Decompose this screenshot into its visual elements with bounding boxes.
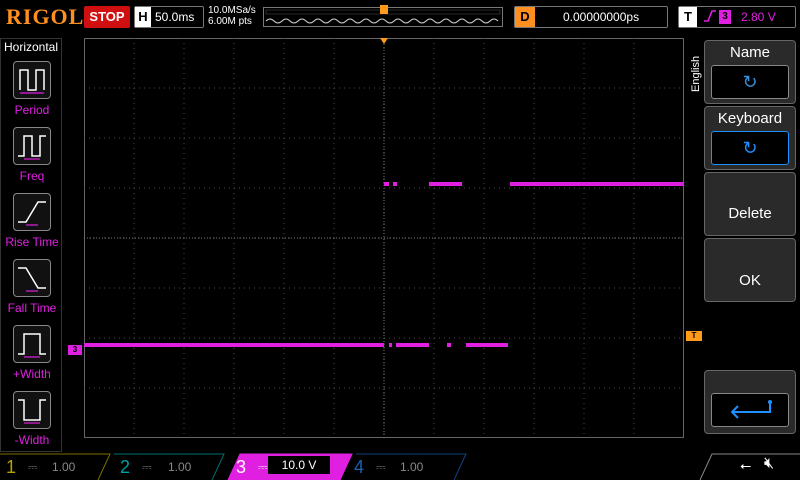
dc-coupling-icon: ⎓ bbox=[376, 460, 386, 474]
trigger-source-badge: 3 bbox=[719, 10, 731, 24]
measure-fall-time[interactable]: Fall Time bbox=[1, 259, 63, 325]
rise-time-icon bbox=[13, 193, 51, 231]
measure-negative-width[interactable]: -Width bbox=[1, 391, 63, 457]
ok-softkey-label: OK bbox=[739, 272, 761, 289]
enter-icon bbox=[712, 394, 788, 426]
rising-edge-icon bbox=[703, 8, 717, 27]
undo-icon: ↻ bbox=[742, 72, 758, 92]
language-label: English bbox=[690, 55, 702, 92]
timebase-box[interactable]: H 50.0ms bbox=[134, 6, 204, 28]
speaker-muted-icon[interactable]: 🔇︎ bbox=[764, 455, 774, 473]
freq-label: Freq bbox=[19, 169, 45, 183]
channel-3-number: 3 bbox=[236, 457, 247, 477]
channel-4-scale: 1.00 V bbox=[400, 460, 424, 474]
channel-2-number: 2 bbox=[120, 457, 131, 477]
negative-width-label: -Width bbox=[14, 433, 50, 447]
positive-width-label: +Width bbox=[13, 367, 51, 381]
timebase-letter: H bbox=[135, 7, 151, 27]
undo-icon: ↻ bbox=[742, 138, 758, 158]
trigger-position-marker bbox=[380, 5, 388, 14]
trigger-level-marker[interactable]: T bbox=[686, 331, 702, 341]
rigol-logo: RIGOL bbox=[6, 4, 85, 29]
delete-softkey-label: Delete bbox=[728, 205, 772, 222]
fall-time-icon bbox=[13, 259, 51, 297]
trigger-box[interactable]: T 3 2.80 V bbox=[678, 6, 796, 28]
fall-time-label: Fall Time bbox=[7, 301, 57, 315]
waveform-display[interactable] bbox=[84, 38, 684, 438]
usb-icon: ⭠ bbox=[740, 457, 752, 473]
language-tab[interactable]: English bbox=[689, 48, 703, 92]
rise-time-label: Rise Time bbox=[5, 235, 59, 249]
period-icon bbox=[13, 61, 51, 99]
channel-2-scale: 1.00 V bbox=[168, 460, 192, 474]
sample-rate: 10.0MSa/s bbox=[208, 5, 256, 16]
freq-icon bbox=[13, 127, 51, 165]
measure-menu-title: Horizontal bbox=[3, 40, 59, 54]
channel-bar: 1 ⎓ 1.00 V 2 ⎓ 1.00 V 3 ⎓ 4 ⎓ 1.00 V bbox=[0, 452, 800, 480]
keyboard-softkey[interactable]: Keyboard ↻ bbox=[704, 106, 796, 170]
measure-rise-time[interactable]: Rise Time bbox=[1, 193, 63, 259]
period-label: Period bbox=[14, 103, 50, 117]
dc-coupling-icon: ⎓ bbox=[142, 460, 152, 474]
memory-depth: 6.00M pts bbox=[208, 16, 252, 27]
channel-1-scale: 1.00 V bbox=[52, 460, 76, 474]
trigger-level-value: 2.80 V bbox=[741, 10, 776, 24]
measure-menu: Horizontal Period Freq Rise Time Fall Ti… bbox=[0, 38, 62, 452]
ok-softkey[interactable]: OK bbox=[704, 238, 796, 302]
top-status-bar: RIGOL STOP H 50.0ms 10.0MSa/s 6.00M pts … bbox=[0, 0, 800, 36]
run-stop-indicator[interactable]: STOP bbox=[84, 6, 130, 28]
dc-coupling-icon: ⎓ bbox=[28, 460, 38, 474]
ch3-ground-marker[interactable]: 3 bbox=[68, 345, 82, 355]
name-softkey-label: Name bbox=[729, 44, 770, 61]
channel-1-number: 1 bbox=[6, 457, 17, 477]
delay-box[interactable]: D 0.00000000ps bbox=[514, 6, 668, 28]
measure-freq[interactable]: Freq bbox=[1, 127, 63, 193]
name-softkey[interactable]: Name ↻ bbox=[704, 40, 796, 104]
measure-period[interactable]: Period bbox=[1, 61, 63, 127]
channel-3-scale: 10.0 V bbox=[268, 456, 330, 474]
keyboard-softkey-label: Keyboard bbox=[717, 110, 783, 127]
trigger-letter: T bbox=[679, 7, 697, 27]
timebase-value: 50.0ms bbox=[155, 10, 195, 24]
delay-value: 0.00000000ps bbox=[563, 10, 640, 24]
delay-letter: D bbox=[515, 7, 535, 27]
positive-width-icon bbox=[13, 325, 51, 363]
enter-softkey[interactable] bbox=[704, 370, 796, 434]
name-undo-field: ↻ bbox=[711, 65, 789, 99]
graticule bbox=[84, 38, 684, 438]
acquisition-info: 10.0MSa/s 6.00M pts bbox=[208, 5, 256, 27]
dc-coupling-icon: ⎓ bbox=[258, 460, 268, 474]
keyboard-undo-field: ↻ bbox=[711, 131, 789, 165]
trigger-time-marker bbox=[380, 38, 388, 44]
channel-4-number: 4 bbox=[354, 457, 365, 477]
delete-softkey[interactable]: Delete bbox=[704, 172, 796, 236]
negative-width-icon bbox=[13, 391, 51, 429]
softkey-menu: Name ↻ Keyboard ↻ Delete OK bbox=[704, 38, 800, 438]
enter-field bbox=[711, 393, 789, 427]
measure-positive-width[interactable]: +Width bbox=[1, 325, 63, 391]
